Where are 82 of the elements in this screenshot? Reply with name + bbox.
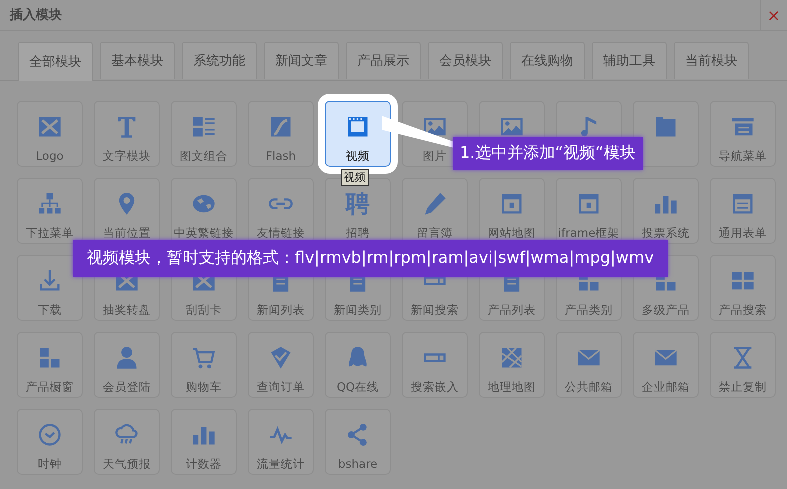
module-label: 会员登陆 (103, 380, 151, 395)
module-label: 多级产品 (642, 303, 690, 318)
module-label: 下拉菜单 (26, 226, 74, 241)
module-label: 图文组合 (180, 149, 228, 164)
module-label: 新闻类别 (334, 303, 382, 318)
guide-tooltip: 1.选中并添加“视频“模块 (453, 137, 643, 170)
tab[interactable]: 新闻文章 (264, 42, 339, 79)
module-label: iframe框架 (558, 226, 620, 241)
module-tile[interactable]: 地理地图 (479, 332, 545, 398)
module-tile[interactable]: 通用表单 (710, 178, 776, 244)
module-tile[interactable]: 查询订单 (248, 332, 314, 398)
module-tile[interactable]: 企业邮箱 (633, 332, 699, 398)
module-tile[interactable]: 产品橱窗 (17, 332, 83, 398)
module-label: Flash (266, 149, 296, 163)
tab[interactable]: 在线购物 (510, 42, 585, 79)
module-label: 产品列表 (488, 303, 536, 318)
module-tile[interactable]: Logo (17, 101, 83, 167)
module-label: 当前位置 (103, 226, 151, 241)
module-label: 地理地图 (488, 380, 536, 395)
module-label: 通用表单 (719, 226, 767, 241)
module-tile[interactable]: 导航菜单 (710, 101, 776, 167)
module-label: 企业邮箱 (642, 380, 690, 395)
module-label: 禁止复制 (719, 380, 767, 395)
module-tile[interactable]: 图文组合 (171, 101, 237, 167)
module-tile[interactable]: 搜索嵌入 (402, 332, 468, 398)
module-label: 图片 (423, 149, 447, 164)
module-tile[interactable]: 时钟 (17, 409, 83, 475)
module-label: 招聘 (346, 226, 370, 241)
module-label: 产品类别 (565, 303, 613, 318)
module-label: 导航菜单 (719, 149, 767, 164)
glyph-icon: 聘 (346, 191, 370, 217)
module-label: 中英繁链接 (174, 226, 234, 241)
module-label: 新闻列表 (257, 303, 305, 318)
tab[interactable]: 基本模块 (100, 42, 175, 79)
module-tile[interactable]: 会员登陆 (94, 332, 160, 398)
module-label: 搜索嵌入 (411, 380, 459, 395)
tab[interactable]: 会员模块 (428, 42, 503, 79)
module-tile[interactable]: 公共邮箱 (556, 332, 622, 398)
module-label: 刮刮卡 (186, 303, 222, 318)
tooltip: 视频 (341, 169, 369, 186)
module-tile[interactable]: Flash (248, 101, 314, 167)
module-tile[interactable]: QQ在线 (325, 332, 391, 398)
window-title: 插入模块 (10, 6, 62, 24)
module-tile[interactable]: 下拉菜单 (17, 178, 83, 244)
module-label: 视频 (346, 149, 370, 164)
module-tile[interactable]: bshare (325, 409, 391, 475)
module-label: 新闻搜索 (411, 303, 459, 318)
module-label: 查询订单 (257, 380, 305, 395)
module-label: 产品橱窗 (26, 380, 74, 395)
module-label: 友情链接 (257, 226, 305, 241)
module-label: QQ在线 (336, 380, 380, 395)
close-button[interactable]: × (760, 0, 787, 30)
module-tile[interactable]: 计数器 (171, 409, 237, 475)
module-label: 留言簿 (417, 226, 453, 241)
tab[interactable]: 系统功能 (182, 42, 257, 79)
module-label: 投票系统 (642, 226, 690, 241)
module-label: Logo (36, 149, 64, 163)
module-label: 时钟 (38, 457, 62, 472)
module-tile[interactable]: 下载 (17, 255, 83, 321)
module-tile[interactable]: 流量统计 (248, 409, 314, 475)
module-tile[interactable]: 产品搜索 (710, 255, 776, 321)
module-label: 计数器 (186, 457, 222, 472)
module-label: 网站地图 (488, 226, 536, 241)
module-label: 流量统计 (257, 457, 305, 472)
module-label: 文字模块 (103, 149, 151, 164)
module-label: 天气预报 (103, 457, 151, 472)
tab[interactable]: 辅助工具 (592, 42, 667, 79)
module-label: 抽奖转盘 (103, 303, 151, 318)
module-label: 公共邮箱 (565, 380, 613, 395)
module-label: 购物车 (186, 380, 222, 395)
module-tile[interactable]: 购物车 (171, 332, 237, 398)
module-label: 产品搜索 (719, 303, 767, 318)
module-tile[interactable]: 文字模块 (94, 101, 160, 167)
tab[interactable]: 当前模块 (674, 42, 749, 79)
module-tile[interactable]: 禁止复制 (710, 332, 776, 398)
module-label: bshare (338, 457, 378, 471)
tab[interactable]: 产品展示 (346, 42, 421, 79)
guide-tooltip: 视频模块，暂时支持的格式：flv|rmvb|rm|rpm|ram|avi|swf|wma|mpg|wmv (73, 240, 668, 277)
module-tile[interactable]: 投票系统 (633, 178, 699, 244)
module-label: 下载 (38, 303, 62, 318)
module-tile[interactable]: 天气预报 (94, 409, 160, 475)
tab[interactable]: 全部模块 (18, 42, 93, 81)
